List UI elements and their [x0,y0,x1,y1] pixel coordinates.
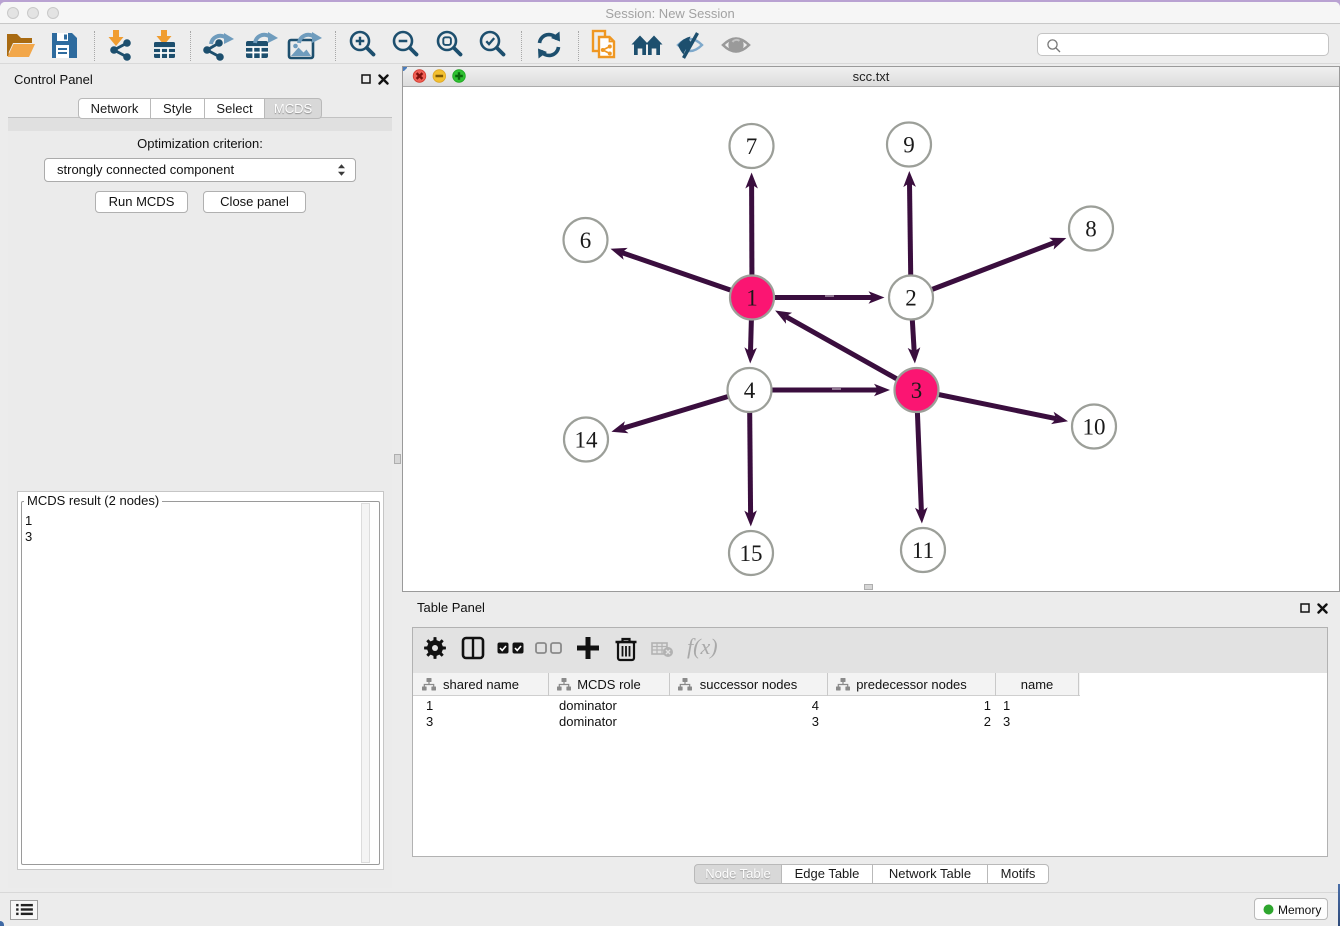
svg-text:14: 14 [575,428,599,453]
svg-text:7: 7 [746,134,758,159]
svg-text:10: 10 [1083,415,1106,440]
svg-text:1: 1 [746,286,758,311]
svg-text:2: 2 [905,286,917,311]
svg-text:15: 15 [740,541,763,566]
svg-text:8: 8 [1085,217,1097,242]
svg-text:6: 6 [580,228,592,253]
svg-text:3: 3 [911,378,923,403]
svg-text:9: 9 [903,133,915,158]
svg-text:4: 4 [744,378,756,403]
svg-text:11: 11 [912,538,934,563]
